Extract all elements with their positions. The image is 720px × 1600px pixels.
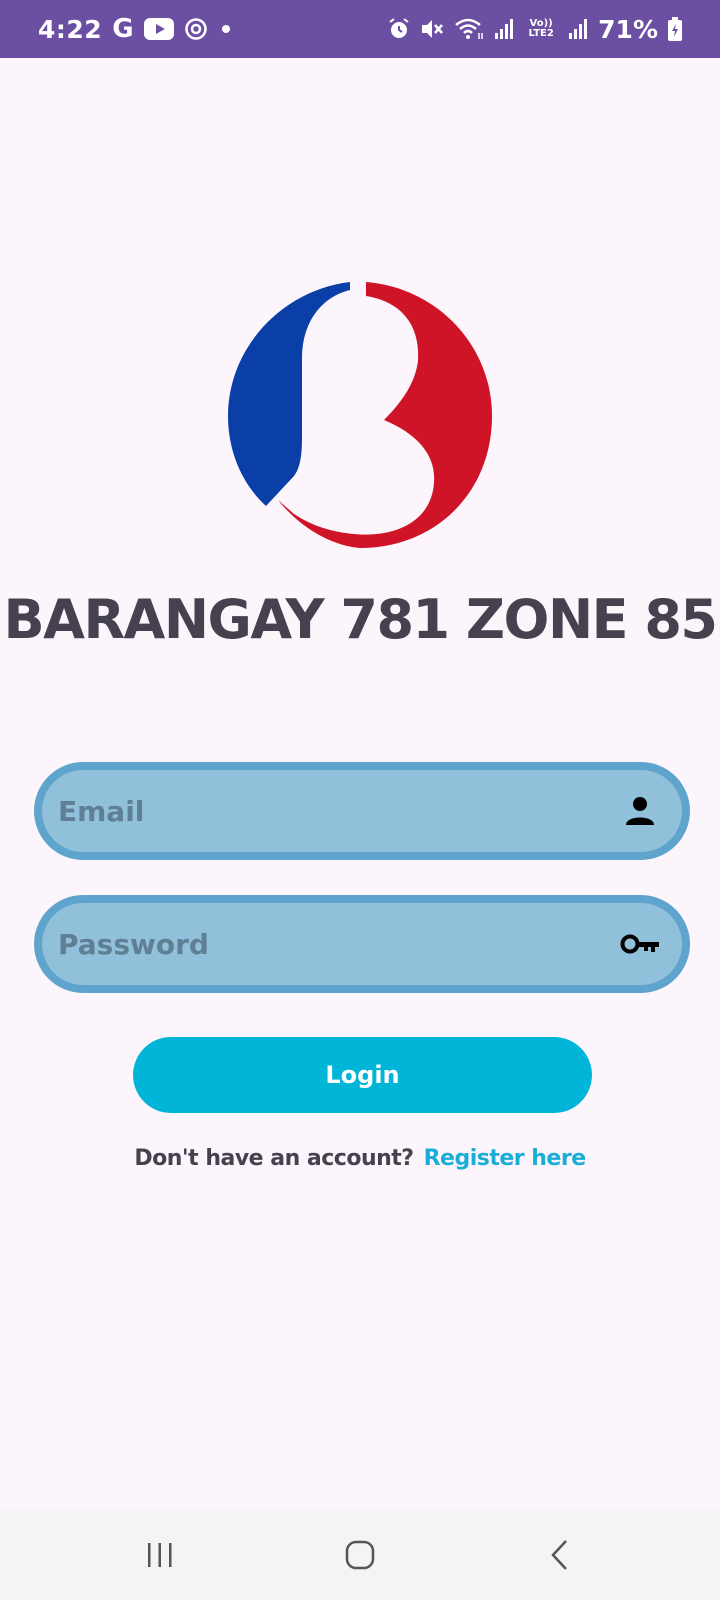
status-left: 4:22 G (38, 14, 234, 44)
register-row: Don't have an account? Register here (0, 1146, 720, 1171)
status-bar: 4:22 G Vo)) LTE2 71% (0, 0, 720, 58)
sync-icon (184, 17, 208, 41)
email-field[interactable] (34, 762, 690, 860)
youtube-icon (143, 18, 174, 40)
password-field[interactable] (34, 895, 690, 993)
status-time: 4:22 (38, 14, 103, 44)
mute-icon (420, 18, 444, 40)
signal-icon (494, 18, 514, 40)
signal-icon-2 (568, 18, 588, 40)
app-title: BARANGAY 781 ZONE 85 (3, 588, 718, 651)
register-prompt: Don't have an account? (134, 1146, 414, 1171)
battery-percent: 71% (598, 14, 658, 44)
home-icon[interactable] (320, 1525, 400, 1585)
back-icon[interactable] (520, 1525, 600, 1585)
login-button[interactable]: Login (133, 1037, 592, 1113)
key-icon (620, 924, 660, 964)
wifi-icon (454, 17, 484, 41)
person-icon (620, 791, 660, 831)
status-right: Vo)) LTE2 71% (388, 15, 682, 44)
recents-icon[interactable] (120, 1525, 200, 1585)
battery-icon (668, 17, 682, 41)
google-icon: G (112, 14, 134, 44)
nav-bar (0, 1510, 720, 1600)
lte-label: Vo)) LTE2 (528, 18, 554, 39)
register-link[interactable]: Register here (424, 1146, 587, 1171)
alarm-icon (388, 18, 410, 40)
barangay-logo (222, 278, 498, 554)
dot-icon (218, 21, 234, 37)
password-input[interactable] (58, 927, 598, 961)
email-input[interactable] (58, 794, 598, 828)
